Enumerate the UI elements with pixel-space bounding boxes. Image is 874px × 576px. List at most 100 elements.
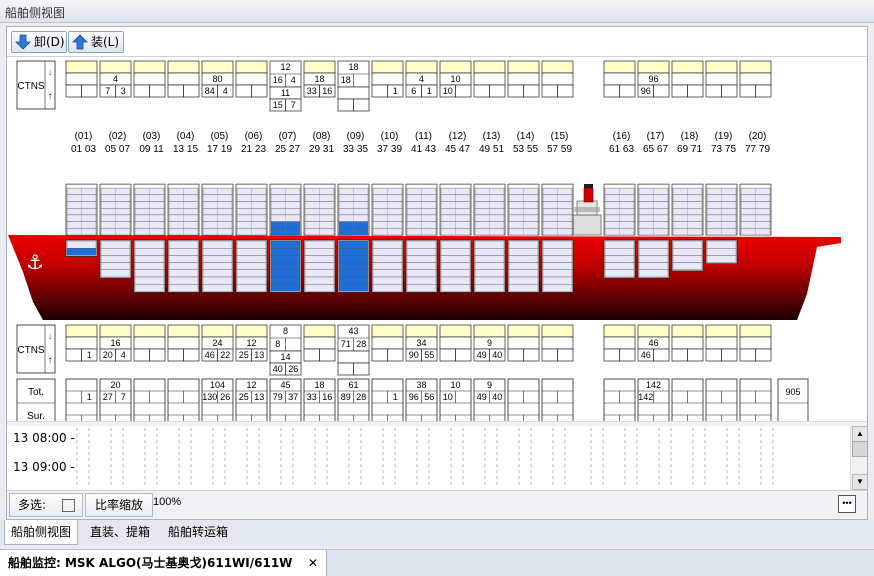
bay-10-hold-slot[interactable] (372, 255, 403, 263)
bay-10-hold-slot[interactable] (372, 240, 403, 249)
bay-16-hold-slot[interactable] (604, 262, 635, 271)
bay-10-hold-slot[interactable] (372, 269, 403, 278)
tab-transshipment[interactable]: 船舶转运箱 (162, 520, 234, 544)
bay-3-hold-slot[interactable] (134, 276, 165, 285)
bay-12-hold-slot[interactable] (440, 276, 471, 285)
bay-13-hold-slot[interactable] (474, 262, 505, 271)
bay-7-hold-slot[interactable] (270, 276, 301, 285)
bay-4-hold-slot[interactable] (168, 240, 199, 249)
bay-8-hold-slot[interactable] (304, 269, 335, 278)
bay-2-hold-slot[interactable] (100, 240, 131, 249)
bay-2-hold-slot[interactable] (100, 269, 131, 278)
bay-15-hold-slot[interactable] (542, 269, 573, 278)
bay-8-hold-slot[interactable] (304, 240, 335, 249)
scroll-thumb[interactable] (852, 441, 868, 457)
bay-12-hold-slot[interactable] (440, 262, 471, 271)
bay-3-hold-slot[interactable] (134, 247, 165, 256)
bay-12-hold-slot[interactable] (440, 240, 471, 249)
bay-3-hold-slot[interactable] (134, 269, 165, 278)
bay-9-hold-slot[interactable] (338, 269, 369, 278)
bay-8-hold-slot[interactable] (304, 283, 335, 292)
bay-16-hold-slot[interactable] (604, 240, 635, 249)
bay-15-hold-slot[interactable] (542, 240, 573, 249)
bay-4-hold-slot[interactable] (168, 283, 199, 292)
bay-18-hold-slot[interactable] (672, 247, 703, 256)
close-icon[interactable]: ✕ (308, 550, 318, 576)
ship-bay-canvas[interactable]: ⚓(01)01 031147 3(02)05 071620 42027 7(03)09… (7, 57, 865, 421)
bay-17-hold-slot[interactable] (638, 269, 669, 278)
bay-3-hold-slot[interactable] (134, 255, 165, 263)
bay-12-hold-slot[interactable] (440, 283, 471, 292)
bay-3-hold-slot[interactable] (134, 240, 165, 249)
bay-15-hold-slot[interactable] (542, 247, 573, 256)
bay-16-hold-slot[interactable] (604, 269, 635, 278)
bay-15-hold-slot[interactable] (542, 255, 573, 263)
scroll-up-icon[interactable]: ▲ (852, 426, 868, 442)
bay-9-hold-slot[interactable] (338, 276, 369, 285)
more-options-icon[interactable]: ••• (838, 495, 856, 513)
bay-2-hold-slot[interactable] (100, 255, 131, 263)
bay-8-hold-slot[interactable] (304, 255, 335, 263)
timeline-scrollbar[interactable]: ▲ ▼ (850, 426, 868, 490)
bay-15-hold-slot[interactable] (542, 262, 573, 271)
bay-15-hold-slot[interactable] (542, 283, 573, 292)
bay-5-hold-slot[interactable] (202, 240, 233, 249)
bay-4-hold-slot[interactable] (168, 269, 199, 278)
bay-6-hold-slot[interactable] (236, 247, 267, 256)
bay-19-hold-slot[interactable] (706, 240, 737, 249)
bay-6-hold-slot[interactable] (236, 269, 267, 278)
bay-19-hold-slot[interactable] (706, 247, 737, 256)
bay-3-hold-slot[interactable] (134, 262, 165, 271)
bay-12-hold-slot[interactable] (440, 269, 471, 278)
bay-4-hold-slot[interactable] (168, 247, 199, 256)
bay-2-hold-slot[interactable] (100, 247, 131, 256)
bay-6-hold-slot[interactable] (236, 276, 267, 285)
bay-5-hold-slot[interactable] (202, 255, 233, 263)
bay-12-hold-slot[interactable] (440, 247, 471, 256)
bay-16-hold-slot[interactable] (604, 255, 635, 263)
bay-10-hold-slot[interactable] (372, 247, 403, 256)
bay-14-hold-slot[interactable] (508, 262, 539, 271)
bay-18-hold-slot[interactable] (672, 262, 703, 271)
bay-8-hold-slot[interactable] (304, 247, 335, 256)
bay-13-hold-slot[interactable] (474, 240, 505, 249)
bay-10-hold-slot[interactable] (372, 262, 403, 271)
bay-14-hold-slot[interactable] (508, 247, 539, 256)
bay-17-hold-slot[interactable] (638, 262, 669, 271)
bay-9-hold-slot[interactable] (338, 283, 369, 292)
bay-10-hold-slot[interactable] (372, 283, 403, 292)
tab-ship-side-view[interactable]: 船舶侧视图 (4, 520, 79, 545)
bay-7-hold-slot[interactable] (270, 247, 301, 256)
bay-11-hold-slot[interactable] (406, 283, 437, 292)
scroll-down-icon[interactable]: ▼ (852, 474, 868, 490)
bay-6-hold-slot[interactable] (236, 255, 267, 263)
bay-1-hold-slot[interactable] (66, 240, 97, 249)
bay-17-hold-slot[interactable] (638, 255, 669, 263)
bay-5-hold-slot[interactable] (202, 269, 233, 278)
bay-18-hold-slot[interactable] (672, 240, 703, 249)
bay-14-hold-slot[interactable] (508, 269, 539, 278)
bay-13-hold-slot[interactable] (474, 247, 505, 256)
multi-select-toggle[interactable]: 多选: (9, 493, 83, 517)
bay-5-hold-slot[interactable] (202, 283, 233, 292)
bay-9-hold-slot[interactable] (338, 262, 369, 271)
bay-7-hold-slot[interactable] (270, 240, 301, 249)
bay-11-hold-slot[interactable] (406, 262, 437, 271)
bay-13-hold-slot[interactable] (474, 276, 505, 285)
bay-7-hold-slot[interactable] (270, 255, 301, 263)
bay-13-hold-slot[interactable] (474, 255, 505, 263)
bay-8-hold-slot[interactable] (304, 276, 335, 285)
bay-9-hold-slot[interactable] (338, 255, 369, 263)
bay-11-hold-slot[interactable] (406, 255, 437, 263)
bay-11-hold-slot[interactable] (406, 240, 437, 249)
bay-2-hold-slot[interactable] (100, 262, 131, 271)
bay-14-hold-slot[interactable] (508, 283, 539, 292)
bay-17-hold-slot[interactable] (638, 247, 669, 256)
multi-select-checkbox[interactable] (62, 499, 75, 512)
bay-3-hold-slot[interactable] (134, 283, 165, 292)
load-button[interactable]: 装(L) (68, 31, 124, 53)
bay-4-hold-slot[interactable] (168, 276, 199, 285)
bay-1-hold-slot[interactable] (66, 247, 97, 256)
bay-11-hold-slot[interactable] (406, 247, 437, 256)
bay-18-hold-slot[interactable] (672, 255, 703, 263)
